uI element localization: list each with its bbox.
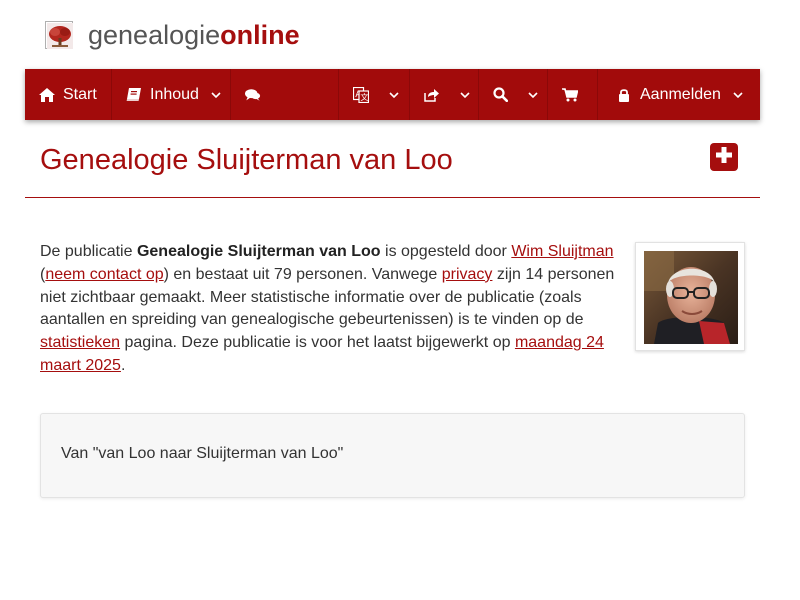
title-row: Genealogie Sluijterman van Loo — [40, 140, 740, 180]
svg-text:文: 文 — [360, 92, 368, 102]
chevron-down-icon — [733, 90, 743, 100]
plus-icon — [715, 146, 733, 169]
comments-icon — [245, 87, 261, 103]
intro-text: . — [120, 356, 126, 374]
nav-chat[interactable] — [231, 69, 339, 120]
share-icon — [424, 87, 440, 103]
nav-cart[interactable] — [548, 69, 598, 120]
brand-part2: online — [220, 20, 300, 50]
translate-icon: A文 — [353, 86, 369, 103]
chevron-down-icon — [528, 90, 538, 100]
page-title: Genealogie Sluijterman van Loo — [40, 144, 453, 176]
lock-icon — [616, 87, 632, 103]
intro-text: De publicatie — [40, 243, 137, 260]
author-photo — [644, 251, 738, 344]
nav-share[interactable] — [410, 69, 479, 120]
intro-text: ) en bestaat uit 79 personen. Vanwege — [163, 265, 442, 283]
site-logo[interactable]: genealogieonline — [45, 20, 300, 50]
nav-language[interactable]: A文 — [339, 69, 410, 120]
main-navbar: Start Inhoud A文 Aanmelden — [25, 69, 760, 120]
tree-logo-icon — [45, 21, 73, 49]
chevron-down-icon — [460, 90, 470, 100]
publication-name: Genealogie Sluijterman van Loo — [136, 243, 381, 260]
home-icon — [39, 87, 55, 103]
nav-inhoud[interactable]: Inhoud — [112, 69, 231, 120]
chevron-down-icon — [211, 90, 221, 100]
author-link[interactable]: Wim Sluijtman — [511, 243, 613, 260]
book-icon — [126, 87, 142, 103]
statistics-link[interactable]: statistieken — [40, 334, 120, 351]
nav-start-label: Start — [63, 85, 97, 103]
publication-description: Van "van Loo naar Sluijterman van Loo" — [61, 445, 344, 462]
nav-search[interactable] — [479, 69, 548, 120]
brand-part1: genealogie — [88, 20, 221, 50]
intro-text: is opgesteld door — [380, 243, 512, 260]
intro-text: pagina. Deze publicatie is voor het laat… — [120, 334, 515, 352]
author-photo-frame[interactable] — [635, 242, 745, 351]
nav-start[interactable]: Start — [25, 69, 112, 120]
search-icon — [493, 87, 508, 103]
nav-inhoud-label: Inhoud — [150, 85, 199, 103]
contact-link[interactable]: neem contact op — [45, 266, 163, 283]
site-name: genealogieonline — [88, 20, 300, 50]
publication-intro: De publicatie Genealogie Sluijterman van… — [40, 241, 620, 378]
publication-description-well: Van "van Loo naar Sluijterman van Loo" — [40, 413, 745, 498]
nav-login[interactable]: Aanmelden — [598, 69, 760, 120]
title-divider — [25, 197, 760, 198]
nav-login-label: Aanmelden — [640, 85, 721, 103]
expand-button[interactable] — [710, 143, 738, 171]
cart-icon — [562, 87, 578, 103]
chevron-down-icon — [389, 90, 399, 100]
privacy-link[interactable]: privacy — [442, 266, 493, 283]
